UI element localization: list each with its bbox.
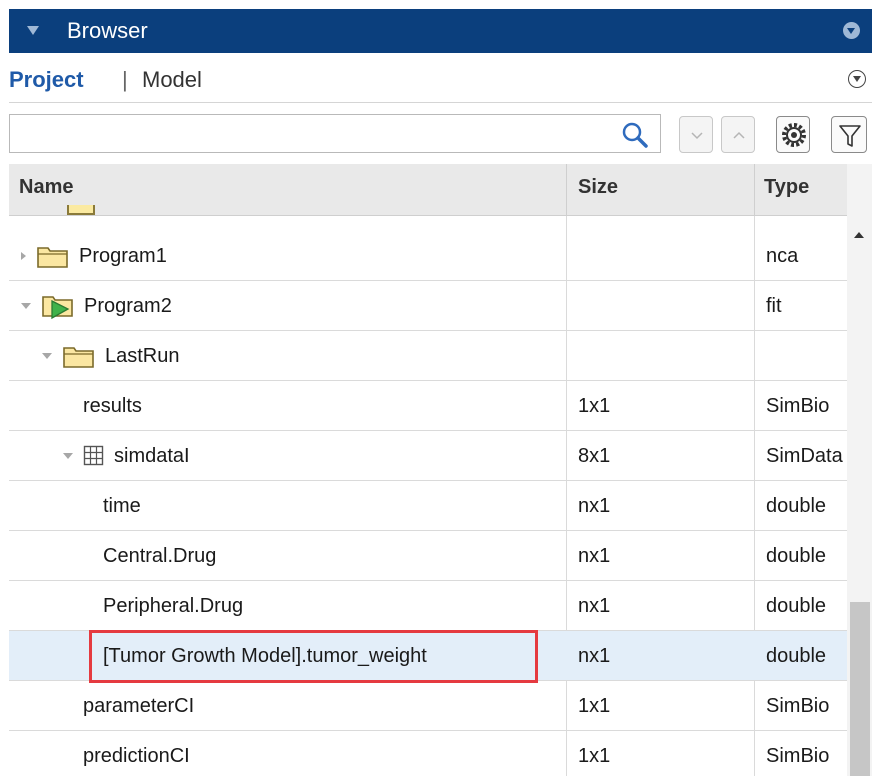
vertical-scrollbar[interactable] [847,164,872,776]
settings-button[interactable] [776,116,810,153]
row-size: nx1 [578,494,611,517]
table-row[interactable]: LastRun [9,331,847,381]
program-icon [42,296,73,320]
table-row[interactable]: Central.Drug nx1 double [9,531,847,581]
chevron-up-icon [733,131,745,139]
row-name: Program1 [79,244,167,267]
filter-button[interactable] [831,116,867,153]
table-row[interactable]: time nx1 double [9,481,847,531]
row-name: time [103,494,141,517]
row-size: 1x1 [578,694,611,717]
filter-icon [839,125,861,147]
panel-title: Browser [67,18,148,43]
row-size: 8x1 [578,444,611,467]
row-name: Central.Drug [103,544,217,567]
row-name: predictionCI [83,744,190,767]
row-type: SimBio [766,744,830,767]
table-icon [83,445,104,466]
column-header-name[interactable]: Name [19,176,73,199]
browser-titlebar: Browser [9,9,872,53]
collapse-arrow-icon[interactable] [63,453,73,459]
table-row[interactable]: results 1x1 SimBio [9,381,847,431]
search-input[interactable] [16,116,610,153]
table-row[interactable]: Program2 fit [9,281,847,331]
gear-icon [782,123,806,147]
scroll-up-icon[interactable] [854,232,864,238]
move-up-button[interactable] [721,116,755,153]
row-name: results [83,394,142,417]
row-name: parameterCI [83,694,195,717]
row-name: Peripheral.Drug [103,594,244,617]
table-body: Program1 nca Program2 fit LastRun result… [9,216,847,776]
panel-menu-icon[interactable] [843,22,860,39]
row-size: 1x1 [578,744,611,767]
highlight-box [89,630,538,683]
row-name: LastRun [105,344,180,367]
table-row[interactable]: parameterCI 1x1 SimBio [9,681,847,731]
partial-folder-icon [67,205,95,215]
row-size: nx1 [578,594,611,617]
tab-separator: | [122,67,128,92]
row-type: double [766,544,827,567]
table-row[interactable]: Program1 nca [9,231,847,281]
row-type: double [766,644,827,667]
row-type: SimBio [766,694,830,717]
scrollbar-thumb[interactable] [850,602,870,776]
column-header-size[interactable]: Size [578,176,618,199]
folder-icon [37,247,68,268]
collapse-arrow-icon[interactable] [21,303,31,309]
column-header-type[interactable]: Type [764,176,809,199]
row-size: nx1 [578,544,611,567]
row-name: simdataI [114,444,190,467]
search-icon[interactable] [621,121,649,149]
row-type: double [766,594,827,617]
tabs-menu-icon[interactable] [848,70,866,88]
row-type [766,331,846,381]
search-box [9,114,661,153]
table-row[interactable]: Peripheral.Drug nx1 double [9,581,847,631]
row-type: double [766,494,827,517]
row-size: nx1 [578,644,611,667]
table-header: Name Size Type [9,164,847,216]
collapse-arrow-icon[interactable] [42,353,52,359]
row-type: fit [766,294,782,317]
table-row[interactable]: simdataI 8x1 SimData [9,431,847,481]
expand-arrow-icon[interactable] [21,252,26,260]
move-down-button[interactable] [679,116,713,153]
row-name: Program2 [84,294,172,317]
row-type: SimBio [766,394,830,417]
row-type: SimData [766,444,843,467]
tab-project[interactable]: Project [9,67,84,93]
tab-model[interactable]: Model [142,67,202,93]
chevron-down-icon [691,132,703,140]
table-row[interactable]: predictionCI 1x1 SimBio [9,731,847,776]
folder-icon [63,347,94,368]
row-type: nca [766,244,799,267]
collapse-triangle-icon[interactable] [27,26,39,35]
row-size: 1x1 [578,394,611,417]
browser-tabs: Project | Model [9,58,872,103]
